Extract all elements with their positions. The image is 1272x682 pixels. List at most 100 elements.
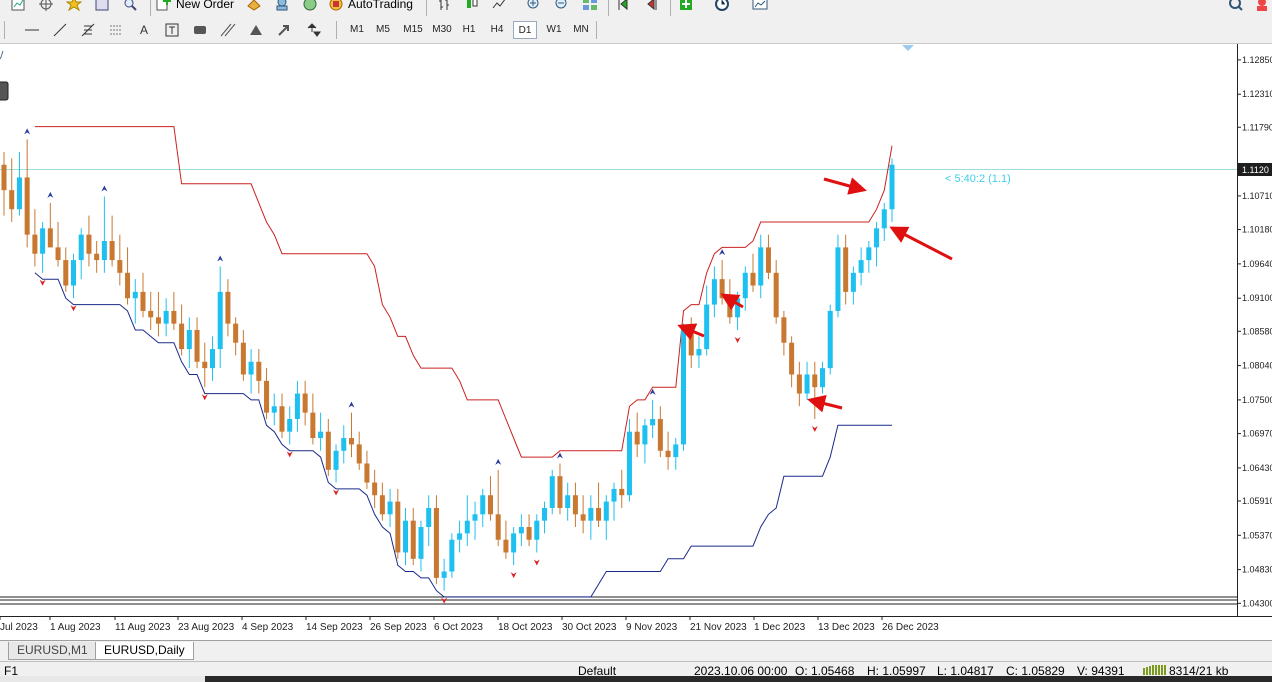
candle-body	[387, 501, 393, 515]
metaeditor-icon[interactable]	[302, 0, 318, 12]
timeframe-w1[interactable]: W1	[542, 21, 566, 39]
line-chart-icon[interactable]	[492, 0, 508, 12]
new-chart-icon[interactable]	[10, 0, 26, 12]
candle-body	[279, 406, 285, 432]
candle	[94, 241, 100, 273]
candle-body	[264, 380, 270, 413]
candle-body	[148, 310, 154, 318]
candle	[287, 406, 293, 445]
periods-icon[interactable]	[714, 0, 730, 12]
candle-body	[603, 501, 609, 521]
candle	[403, 507, 409, 566]
fractal-up-marker	[24, 128, 31, 135]
candle	[148, 291, 154, 330]
user-icon[interactable]	[1254, 0, 1270, 12]
candle-body	[240, 342, 246, 375]
market-watch-icon[interactable]	[246, 0, 262, 12]
timeframe-h1[interactable]: H1	[457, 21, 481, 39]
chart-shift-icon[interactable]	[644, 0, 660, 12]
zoom-out-icon[interactable]	[554, 0, 570, 12]
candle	[681, 323, 687, 451]
timeframe-h4[interactable]: H4	[484, 21, 510, 39]
candle	[472, 501, 478, 540]
tile-windows-icon[interactable]	[582, 0, 598, 12]
candle-body	[202, 361, 208, 369]
candle	[40, 221, 46, 273]
candle	[688, 317, 694, 369]
zoom-search-icon[interactable]	[122, 0, 138, 12]
candle	[171, 291, 177, 330]
timeframe-m15[interactable]: M15	[399, 21, 427, 39]
arrows-dropdown-icon[interactable]	[306, 22, 322, 38]
candle-body	[781, 317, 787, 343]
candle	[874, 221, 880, 267]
annotation-arrow[interactable]	[889, 226, 953, 261]
candle-body	[480, 495, 486, 515]
templates-icon[interactable]	[752, 0, 768, 12]
candle	[503, 520, 509, 559]
chart-window[interactable]: / 1.1120 < 5:40:2 (1.1) 1.12850 1.12310 1.…	[0, 44, 1272, 640]
autoscroll-icon[interactable]	[616, 0, 632, 12]
price-label: 1.05370	[1242, 530, 1272, 540]
candle-body	[789, 342, 795, 375]
candle-body	[634, 431, 640, 445]
candle-body	[403, 520, 409, 553]
annotation-arrow[interactable]	[823, 177, 867, 195]
candle-body	[372, 482, 378, 496]
fractal-down-marker	[441, 597, 448, 604]
new-order-button[interactable]: New Order	[156, 0, 234, 12]
candle	[194, 317, 200, 369]
timeframe-d1[interactable]: D1	[513, 21, 537, 39]
timeframe-m5[interactable]: M5	[370, 21, 396, 39]
tab-eurusd-m1[interactable]: EURUSD,M1	[8, 642, 97, 660]
candle-body	[487, 495, 493, 515]
rectangle-icon[interactable]	[192, 22, 208, 38]
candle-body	[194, 330, 200, 362]
arrow-tool-icon[interactable]	[276, 22, 292, 38]
candle	[86, 215, 92, 267]
date-label: 14 Sep 2023	[306, 622, 363, 633]
triangle-icon[interactable]	[248, 22, 264, 38]
lower-band-line	[34, 272, 892, 598]
connection-bars-icon[interactable]	[1143, 664, 1167, 675]
price-label: 1.12310	[1242, 89, 1272, 99]
horizontal-line-icon[interactable]	[24, 22, 40, 38]
candle	[225, 279, 231, 337]
grid-icon[interactable]	[108, 22, 124, 38]
candlestick-icon[interactable]	[464, 0, 480, 12]
text-tool-icon[interactable]: A	[136, 22, 152, 38]
fractal-down-marker	[201, 394, 208, 401]
one-click-panel-handle[interactable]	[0, 81, 9, 101]
favorites-icon[interactable]	[66, 0, 82, 12]
candle	[735, 291, 741, 330]
crosshair-icon[interactable]	[38, 0, 54, 12]
candle-body	[804, 374, 810, 394]
text-label-icon[interactable]	[164, 22, 180, 38]
zoom-in-icon[interactable]	[526, 0, 542, 12]
candle-body	[32, 234, 38, 254]
chart-shift-marker[interactable]	[902, 45, 914, 51]
timeframe-mn[interactable]: MN	[568, 21, 594, 39]
bar-chart-icon[interactable]	[436, 0, 452, 12]
trendline-icon[interactable]	[52, 22, 68, 38]
candle	[264, 368, 270, 419]
main-toolbar: New Order AutoTrading	[0, 0, 1272, 16]
candle	[348, 412, 354, 458]
candle	[32, 209, 38, 267]
timeframe-m30[interactable]: M30	[428, 21, 456, 39]
indicators-icon[interactable]	[678, 0, 694, 12]
candle	[294, 380, 300, 432]
timeframe-m1[interactable]: M1	[344, 21, 370, 39]
fibonacci-icon[interactable]	[80, 22, 96, 38]
candle	[518, 514, 524, 547]
channel-icon[interactable]	[220, 22, 236, 38]
signals-icon[interactable]	[274, 0, 290, 12]
tab-eurusd-daily[interactable]: EURUSD,Daily	[95, 642, 194, 660]
candle	[186, 317, 192, 369]
price-chart[interactable]: / 1.1120 < 5:40:2 (1.1) 1.128501.123101.…	[0, 44, 1272, 640]
search-icon[interactable]	[1228, 0, 1244, 12]
autotrading-button[interactable]: AutoTrading	[328, 0, 413, 12]
candle	[132, 279, 138, 324]
navigator-icon[interactable]	[94, 0, 110, 12]
candle	[665, 431, 671, 470]
